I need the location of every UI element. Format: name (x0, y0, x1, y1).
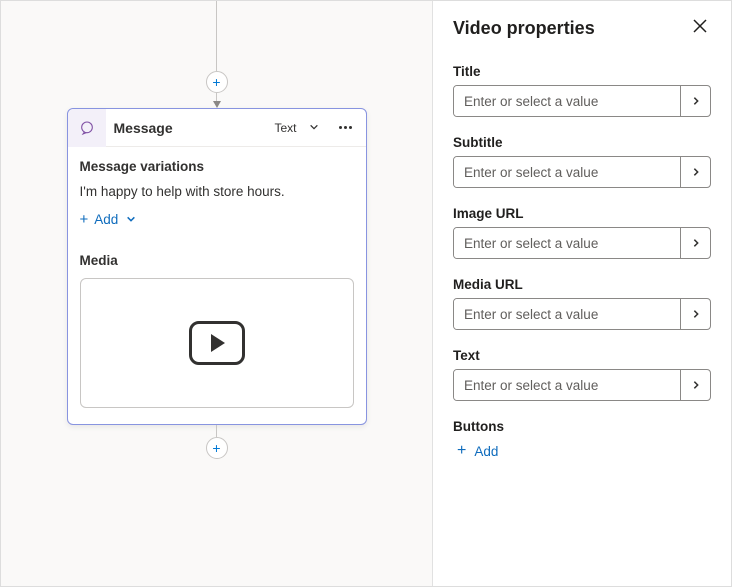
message-variations-label: Message variations (80, 159, 354, 174)
text-picker[interactable] (680, 370, 710, 400)
field-title: Title (453, 64, 711, 117)
close-icon (693, 19, 707, 33)
add-variation-label: Add (94, 212, 118, 227)
text-input[interactable] (454, 370, 680, 400)
add-node-button-bottom[interactable]: + (206, 437, 228, 459)
properties-panel: Video properties Title Subtitle Image UR… (433, 1, 731, 586)
field-text: Text (453, 348, 711, 401)
close-panel-button[interactable] (689, 15, 711, 42)
media-url-input[interactable] (454, 299, 680, 329)
field-label: Title (453, 64, 711, 79)
add-button[interactable]: + Add (453, 442, 711, 460)
subtitle-input[interactable] (454, 157, 680, 187)
message-node-header: Message Text (68, 109, 366, 147)
plus-icon: + (80, 211, 89, 228)
message-type-label: Text (274, 121, 296, 135)
media-preview[interactable] (80, 278, 354, 408)
plus-icon: + (457, 442, 466, 460)
subtitle-picker[interactable] (680, 157, 710, 187)
field-buttons: Buttons + Add (453, 419, 711, 460)
play-icon (189, 321, 245, 365)
add-button-label: Add (474, 444, 498, 459)
message-node-title: Message (114, 120, 267, 136)
image-url-input[interactable] (454, 228, 680, 258)
add-variation-button[interactable]: + Add (80, 211, 137, 228)
buttons-label: Buttons (453, 419, 711, 434)
media-url-picker[interactable] (680, 299, 710, 329)
field-label: Subtitle (453, 135, 711, 150)
add-node-button-top[interactable]: + (206, 71, 228, 93)
title-input[interactable] (454, 86, 680, 116)
field-image-url: Image URL (453, 206, 711, 259)
field-label: Image URL (453, 206, 711, 221)
title-picker[interactable] (680, 86, 710, 116)
message-more-menu[interactable] (335, 122, 356, 133)
message-icon (68, 109, 106, 147)
message-node[interactable]: Message Text Message variations I'm happ… (67, 108, 367, 425)
media-label: Media (80, 253, 354, 268)
field-label: Media URL (453, 277, 711, 292)
chevron-down-icon (124, 212, 136, 227)
image-url-picker[interactable] (680, 228, 710, 258)
field-label: Text (453, 348, 711, 363)
field-subtitle: Subtitle (453, 135, 711, 188)
flow-arrowhead-icon (213, 101, 221, 108)
field-media-url: Media URL (453, 277, 711, 330)
message-variation-text[interactable]: I'm happy to help with store hours. (80, 184, 354, 199)
message-type-dropdown[interactable] (309, 119, 319, 137)
panel-title: Video properties (453, 18, 595, 39)
flow-canvas[interactable]: + Message Text M (1, 1, 433, 586)
